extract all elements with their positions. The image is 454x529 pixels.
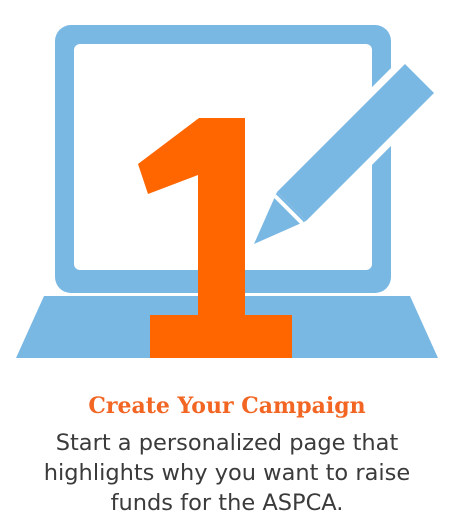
step-title: Create Your Campaign bbox=[88, 393, 366, 419]
step-description: Start a personalized page that highlight… bbox=[43, 430, 411, 516]
campaign-illustration bbox=[16, 25, 441, 358]
